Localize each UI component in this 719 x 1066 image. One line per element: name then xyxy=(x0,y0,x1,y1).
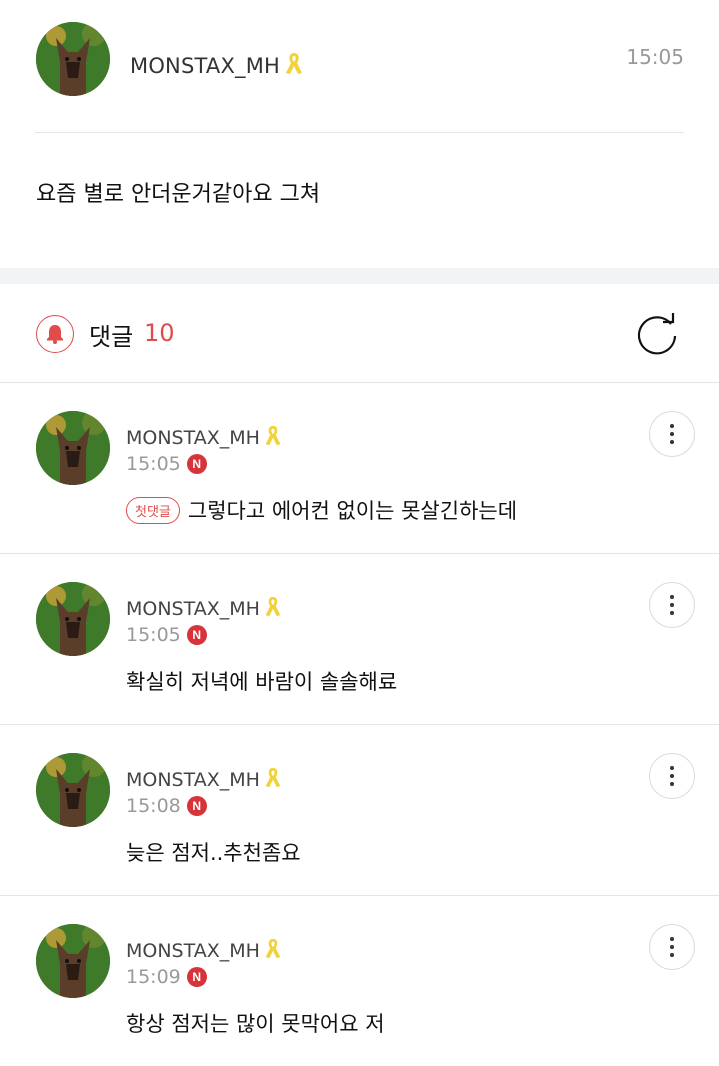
comment-author[interactable]: MONSTAX_MH xyxy=(126,594,284,623)
section-divider xyxy=(0,268,719,284)
comment-author-name: MONSTAX_MH xyxy=(126,426,260,449)
post-author[interactable]: MONSTAX_MH xyxy=(130,50,306,81)
yellow-ribbon-icon xyxy=(262,423,284,452)
more-dot xyxy=(670,774,674,778)
yellow-ribbon-icon xyxy=(262,594,284,623)
comment-author-name: MONSTAX_MH xyxy=(126,597,260,620)
refresh-button[interactable] xyxy=(633,310,681,358)
more-dot xyxy=(670,782,674,786)
comments-title: 댓글 xyxy=(89,323,134,351)
comment-author-name: MONSTAX_MH xyxy=(126,939,260,962)
more-dot xyxy=(670,432,674,436)
more-dot xyxy=(670,953,674,957)
first-comment-badge: 첫댓글 xyxy=(126,496,180,524)
comment-author-name: MONSTAX_MH xyxy=(126,768,260,791)
more-dot xyxy=(670,595,674,599)
comment-time-text: 15:05 xyxy=(126,453,181,475)
comments-header: 댓글 10 xyxy=(0,284,719,383)
author-avatar[interactable] xyxy=(36,22,110,96)
comment-avatar[interactable] xyxy=(36,411,110,485)
comment-avatar[interactable] xyxy=(36,924,110,998)
refresh-icon xyxy=(637,313,677,355)
post-time: 15:05 xyxy=(626,45,684,69)
new-badge: N xyxy=(186,625,207,645)
new-badge: N xyxy=(186,967,207,987)
comment-text: 항상 점저는 많이 못막어요 저 xyxy=(126,1008,385,1038)
comment-avatar[interactable] xyxy=(36,753,110,827)
comment-text: 늦은 점저..추천좀요 xyxy=(126,837,301,867)
comment-body: 항상 점저는 많이 못막어요 저 xyxy=(126,1012,385,1036)
comment-author[interactable]: MONSTAX_MH xyxy=(126,423,284,452)
comment-text: 확실히 저녁에 바람이 솔솔해료 xyxy=(126,666,397,696)
more-options-button[interactable] xyxy=(649,582,695,628)
comment-item: MONSTAX_MH 15:08 N 늦은 점저..추천좀요 xyxy=(0,725,719,896)
post-header: MONSTAX_MH 15:05 xyxy=(0,0,719,133)
more-dot xyxy=(670,937,674,941)
yellow-ribbon-icon xyxy=(282,50,306,81)
more-options-button[interactable] xyxy=(649,924,695,970)
divider xyxy=(35,132,684,133)
more-dot xyxy=(670,424,674,428)
comment-time: 15:05 N xyxy=(126,624,207,646)
comment-item: MONSTAX_MH 15:05 N 확실히 저녁에 바람이 솔솔해료 xyxy=(0,554,719,725)
comment-body: 확실히 저녁에 바람이 솔솔해료 xyxy=(126,670,398,694)
post-author-name: MONSTAX_MH xyxy=(130,53,281,78)
comment-time-text: 15:05 xyxy=(126,624,181,646)
comment-time: 15:09 N xyxy=(126,966,207,988)
comment-avatar[interactable] xyxy=(36,582,110,656)
comment-item: MONSTAX_MH 15:05 N 첫댓글 그렇다고 에어컨 없이는 못살긴하… xyxy=(0,383,719,554)
comment-time: 15:05 N xyxy=(126,453,207,475)
comment-time: 15:08 N xyxy=(126,795,207,817)
comment-body: 늦은 점저..추천좀요 xyxy=(126,841,301,865)
more-dot xyxy=(670,945,674,949)
comment-item: MONSTAX_MH 15:09 N 항상 점저는 많이 못막어요 저 xyxy=(0,896,719,1066)
post-body: 요즘 별로 안더운거같아요 그쳐 xyxy=(36,182,321,207)
bell-icon xyxy=(47,325,63,344)
more-dot xyxy=(670,611,674,615)
comment-author[interactable]: MONSTAX_MH xyxy=(126,765,284,794)
yellow-ribbon-icon xyxy=(262,936,284,965)
yellow-ribbon-icon xyxy=(262,765,284,794)
more-dot xyxy=(670,440,674,444)
comment-body: 그렇다고 에어컨 없이는 못살긴하는데 xyxy=(187,499,518,523)
more-options-button[interactable] xyxy=(649,753,695,799)
comment-time-text: 15:09 xyxy=(126,966,181,988)
comments-count: 10 xyxy=(144,319,175,347)
new-badge: N xyxy=(186,796,207,816)
more-dot xyxy=(670,766,674,770)
comment-author[interactable]: MONSTAX_MH xyxy=(126,936,284,965)
notification-toggle[interactable] xyxy=(36,315,74,353)
new-badge: N xyxy=(186,454,207,474)
comment-text: 첫댓글 그렇다고 에어컨 없이는 못살긴하는데 xyxy=(126,495,517,525)
more-options-button[interactable] xyxy=(649,411,695,457)
more-dot xyxy=(670,603,674,607)
comment-time-text: 15:08 xyxy=(126,795,181,817)
